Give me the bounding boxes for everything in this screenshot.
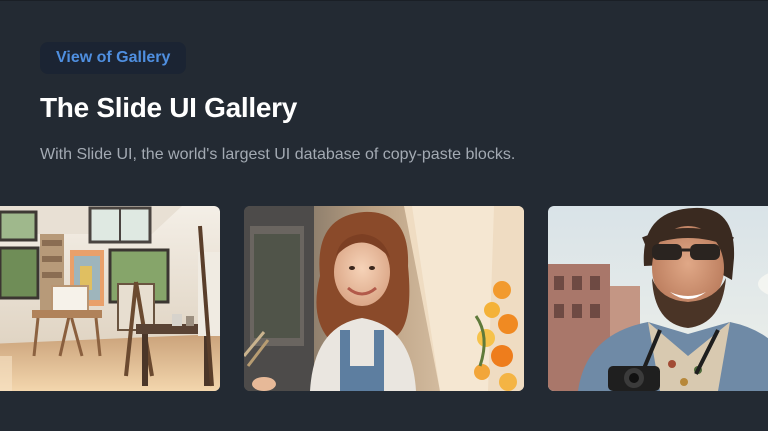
gallery-section: View of Gallery The Slide UI Gallery Wit… (0, 1, 768, 431)
view-gallery-badge[interactable]: View of Gallery (40, 42, 187, 74)
gallery-card-studio[interactable] (0, 206, 220, 391)
art-studio-image (0, 206, 220, 391)
smiling-man-camera-image (548, 206, 768, 391)
gallery-card-man[interactable] (548, 206, 768, 391)
gallery-card-woman[interactable] (244, 206, 524, 391)
page-subtitle: With Slide UI, the world's largest UI da… (40, 146, 516, 163)
page-title: The Slide UI Gallery (40, 92, 297, 123)
smiling-woman-painter-image (244, 206, 524, 391)
image-gallery (0, 206, 768, 391)
